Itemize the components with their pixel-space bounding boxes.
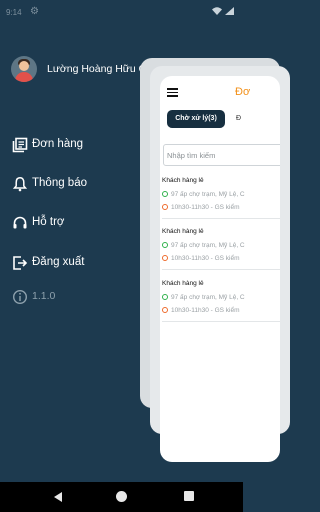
tab-pending[interactable]: Chờ xử lý(3) [167, 110, 225, 128]
version-label: 1.1.0 [32, 290, 56, 302]
menu-label-support: Hỗ trợ [32, 216, 65, 228]
home-icon[interactable] [116, 491, 127, 502]
order-schedule: 10h30-11h30 - GS kiểm [162, 204, 240, 213]
system-navigation-bar [0, 482, 243, 512]
time-dot-icon [162, 255, 168, 262]
back-icon[interactable] [54, 492, 62, 502]
headset-icon [13, 216, 27, 229]
recent-apps-icon[interactable] [184, 491, 194, 501]
order-customer: Khách hàng lẻ [162, 280, 204, 287]
pickup-dot-icon [162, 242, 168, 249]
status-bar: 9:14 ⚙ [0, 0, 243, 24]
menu-label-logout: Đăng xuất [32, 256, 85, 268]
order-schedule: 10h30-11h30 - GS kiểm [162, 307, 240, 316]
status-time: 9:14 [6, 8, 22, 17]
cell-signal-icon [225, 7, 234, 15]
wifi-icon [212, 7, 222, 15]
logout-icon [13, 256, 28, 270]
page-title: Đơ [235, 86, 251, 98]
order-address: 97 ấp chợ trạm, Mỹ Lệ, C [162, 294, 245, 303]
order-schedule: 10h30-11h30 - GS kiểm [162, 255, 240, 264]
avatar [11, 56, 37, 82]
order-address: 97 ấp chợ trạm, Mỹ Lệ, C [162, 242, 245, 251]
info-icon [12, 289, 28, 305]
order-address: 97 ấp chợ trạm, Mỹ Lệ, C [162, 191, 245, 200]
main-screen-preview[interactable]: Đơ Chờ xử lý(3) Đ Nhập tìm kiếm Khách hà… [160, 76, 280, 462]
bell-icon [12, 177, 28, 192]
orders-icon [12, 137, 28, 153]
menu-label-notifications: Thông báo [32, 177, 87, 189]
gear-icon: ⚙ [30, 6, 39, 17]
time-dot-icon [162, 204, 168, 211]
order-customer: Khách hàng lẻ [162, 177, 204, 184]
search-input[interactable]: Nhập tìm kiếm [163, 144, 280, 166]
pickup-dot-icon [162, 294, 168, 301]
menu-icon[interactable] [167, 88, 178, 97]
order-customer: Khách hàng lẻ [162, 228, 204, 235]
time-dot-icon [162, 307, 168, 314]
tab-next[interactable]: Đ [236, 115, 241, 122]
pickup-dot-icon [162, 191, 168, 198]
menu-label-orders: Đơn hàng [32, 138, 84, 150]
